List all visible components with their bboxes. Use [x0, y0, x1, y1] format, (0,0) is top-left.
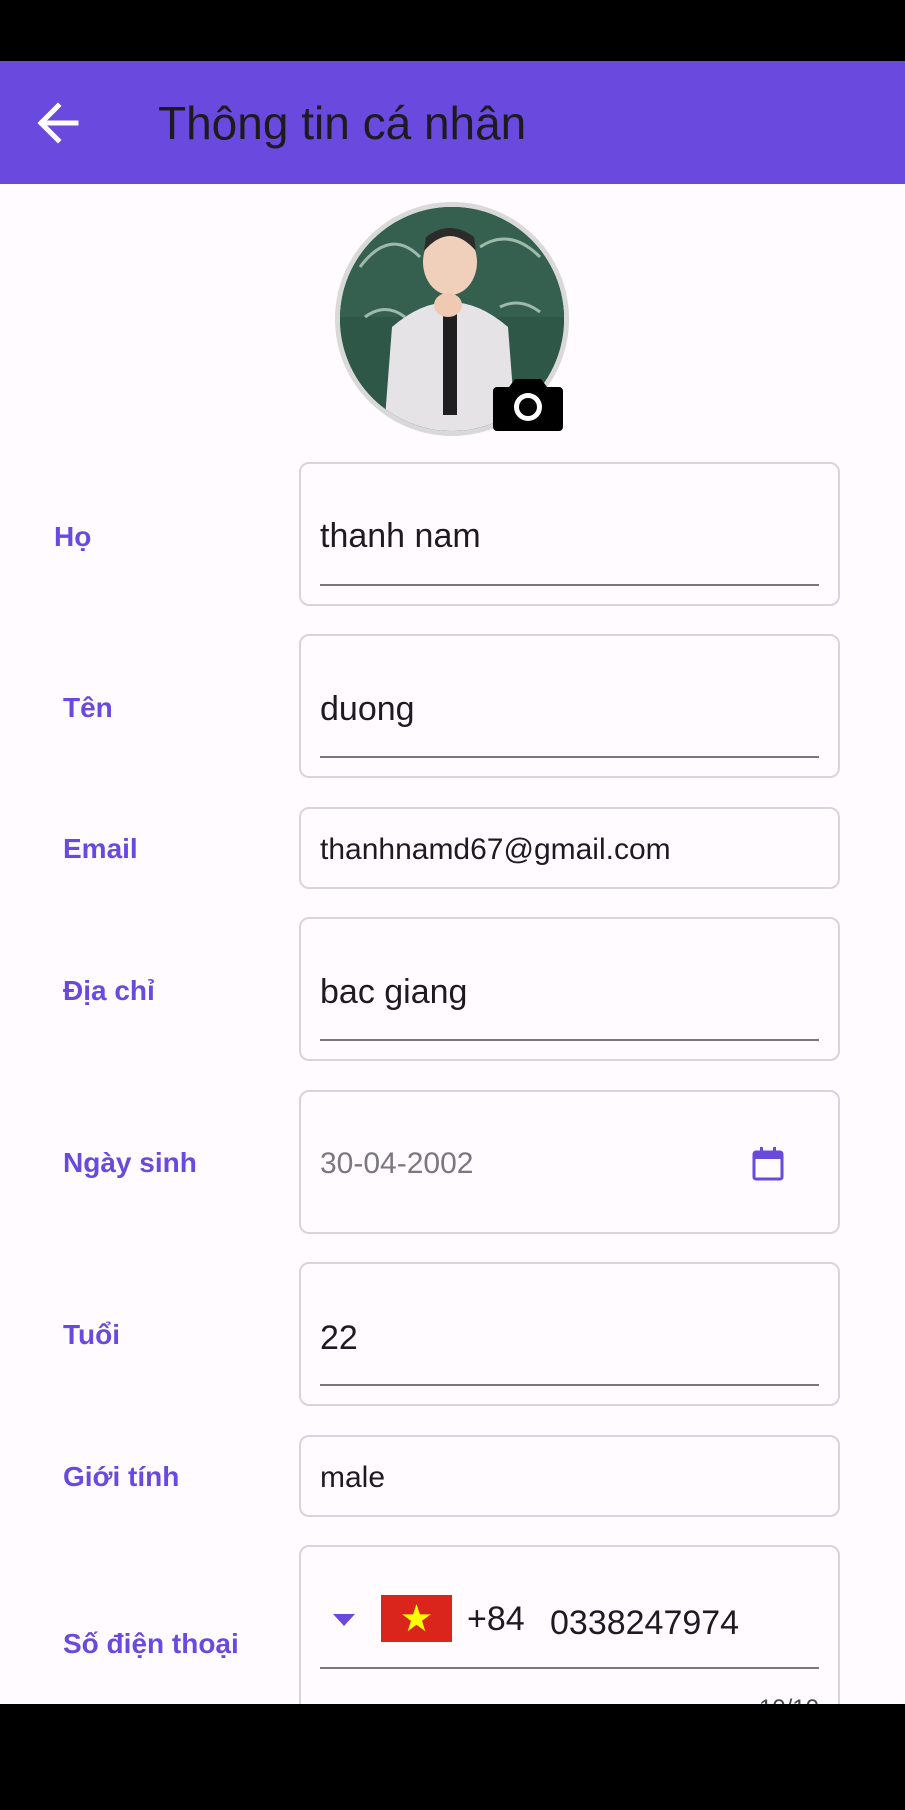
- back-button[interactable]: [28, 93, 94, 153]
- tuoi-value: 22: [320, 1319, 358, 1357]
- calendar-icon[interactable]: [751, 1146, 785, 1182]
- ngay-sinh-field[interactable]: 30-04-2002: [299, 1090, 840, 1234]
- page-title: Thông tin cá nhân: [158, 97, 527, 149]
- ten-field[interactable]: duong: [299, 634, 840, 778]
- status-bar: [0, 0, 905, 61]
- dia-chi-value: bac giang: [320, 973, 468, 1011]
- ho-value: thanh nam: [320, 517, 481, 555]
- dia-chi-field[interactable]: bac giang: [299, 917, 840, 1061]
- ho-field[interactable]: thanh nam: [299, 462, 840, 606]
- email-field[interactable]: thanhnamd67@gmail.com: [299, 807, 840, 889]
- dropdown-triangle-icon[interactable]: [332, 1613, 356, 1627]
- label-email: Email: [63, 833, 138, 864]
- label-so-dien-thoai: Số điện thoại: [63, 1628, 239, 1659]
- avatar-section: [335, 202, 569, 436]
- ten-underline: [320, 756, 819, 758]
- phone-field[interactable]: +84 0338247974 10/10: [299, 1545, 840, 1704]
- ho-underline: [320, 584, 819, 586]
- label-tuoi: Tuổi: [63, 1319, 121, 1350]
- camera-icon: [493, 379, 563, 431]
- ten-value: duong: [320, 690, 415, 728]
- email-value: thanhnamd67@gmail.com: [320, 833, 671, 866]
- label-ngay-sinh: Ngày sinh: [63, 1147, 197, 1178]
- tuoi-field[interactable]: 22: [299, 1262, 840, 1406]
- label-gioi-tinh: Giới tính: [63, 1461, 180, 1492]
- phone-value: 0338247974: [550, 1604, 740, 1642]
- navigation-bar: [0, 1704, 905, 1810]
- ngay-sinh-value: 30-04-2002: [320, 1147, 474, 1180]
- gioi-tinh-field[interactable]: male: [299, 1435, 840, 1517]
- label-ten: Tên: [63, 692, 113, 723]
- tuoi-underline: [320, 1384, 819, 1386]
- change-avatar-button[interactable]: [493, 375, 563, 433]
- label-ho: Họ: [54, 521, 92, 552]
- profile-form: Họ thanh nam Tên duong Email thanhnamd67…: [0, 184, 905, 1704]
- gioi-tinh-value: male: [320, 1461, 386, 1494]
- app-bar: Thông tin cá nhân: [0, 61, 905, 184]
- phone-char-counter: 10/10: [759, 1695, 819, 1704]
- label-dia-chi: Địa chỉ: [63, 975, 155, 1006]
- vietnam-flag-icon[interactable]: [381, 1595, 452, 1642]
- dial-code: +84: [467, 1600, 525, 1638]
- arrow-left-icon: [37, 102, 79, 144]
- dia-chi-underline: [320, 1039, 819, 1041]
- phone-underline: [320, 1667, 819, 1669]
